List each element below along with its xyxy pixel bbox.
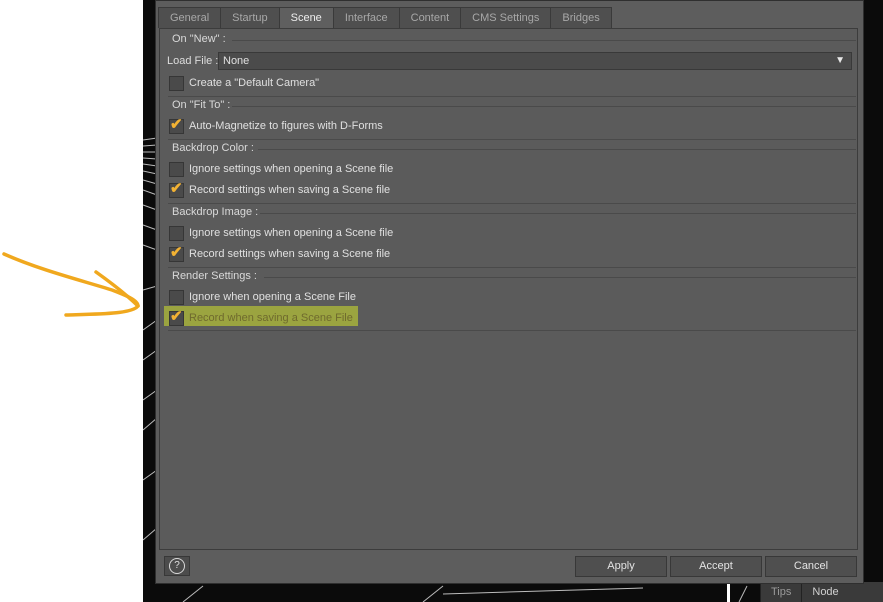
- checkmark-icon: ✔: [170, 115, 183, 133]
- node-tab[interactable]: Node: [801, 582, 848, 602]
- apply-button[interactable]: Apply: [575, 556, 667, 577]
- load-file-value: None: [223, 55, 250, 67]
- backdrop-color-ignore-row[interactable]: Ignore settings when opening a Scene fil…: [169, 160, 393, 178]
- load-file-label: Load File :: [167, 55, 219, 67]
- divider: [264, 277, 856, 278]
- create-default-camera-row[interactable]: Create a "Default Camera": [169, 74, 319, 92]
- tab-bar: General Startup Scene Interface Content …: [158, 7, 612, 29]
- backdrop-color-record-checkbox[interactable]: ✔: [169, 179, 184, 198]
- render-settings-record-label: Record when saving a Scene File: [189, 312, 353, 324]
- checkmark-icon: ✔: [170, 307, 183, 325]
- backdrop-image-record-checkbox[interactable]: ✔: [169, 243, 184, 262]
- backdrop-image-record-row[interactable]: ✔ Record settings when saving a Scene fi…: [169, 243, 391, 263]
- divider: [168, 203, 856, 204]
- dialog-footer: ? Apply Accept Cancel: [159, 552, 858, 582]
- backdrop-image-ignore-checkbox[interactable]: [169, 225, 184, 241]
- divider: [168, 139, 856, 140]
- dropdown-arrow-icon: ▼: [835, 55, 845, 66]
- help-button[interactable]: ?: [164, 556, 190, 576]
- divider: [232, 40, 856, 41]
- backdrop-image-heading: Backdrop Image :: [172, 206, 259, 218]
- divider: [168, 96, 856, 97]
- render-settings-record-row[interactable]: ✔ Record when saving a Scene File: [169, 307, 353, 327]
- accept-button[interactable]: Accept: [670, 556, 762, 577]
- tab-interface[interactable]: Interface: [332, 7, 400, 28]
- backdrop-image-ignore-row[interactable]: Ignore settings when opening a Scene fil…: [169, 224, 393, 242]
- backdrop-color-record-row[interactable]: ✔ Record settings when saving a Scene fi…: [169, 179, 391, 199]
- render-settings-ignore-checkbox[interactable]: [169, 289, 184, 305]
- annotation-arrow: [2, 252, 140, 317]
- tab-scene[interactable]: Scene: [278, 7, 334, 29]
- render-settings-ignore-row[interactable]: Ignore when opening a Scene File: [169, 288, 356, 306]
- divider: [168, 330, 856, 331]
- create-default-camera-checkbox[interactable]: [169, 75, 184, 91]
- cancel-button[interactable]: Cancel: [765, 556, 857, 577]
- tab-content[interactable]: Content: [398, 7, 462, 28]
- tips-tab[interactable]: Tips: [760, 582, 801, 602]
- divider: [258, 149, 856, 150]
- backdrop-color-ignore-label: Ignore settings when opening a Scene fil…: [189, 163, 394, 175]
- tab-startup[interactable]: Startup: [220, 7, 280, 28]
- backdrop-image-record-label: Record settings when saving a Scene file: [189, 248, 391, 260]
- status-bar: Tips Node: [760, 582, 883, 602]
- create-default-camera-label: Create a "Default Camera": [189, 77, 320, 89]
- tab-general[interactable]: General: [158, 7, 222, 28]
- auto-magnetize-checkbox[interactable]: ✔: [169, 115, 184, 134]
- help-icon: ?: [169, 558, 185, 574]
- backdrop-color-record-label: Record settings when saving a Scene file: [189, 184, 391, 196]
- divider: [168, 267, 856, 268]
- backdrop-image-ignore-label: Ignore settings when opening a Scene fil…: [189, 227, 394, 239]
- divider: [260, 213, 856, 214]
- preferences-dialog: General Startup Scene Interface Content …: [155, 0, 864, 584]
- tab-bridges[interactable]: Bridges: [550, 7, 612, 28]
- backdrop-color-ignore-checkbox[interactable]: [169, 161, 184, 177]
- auto-magnetize-label: Auto-Magnetize to figures with D-Forms: [189, 120, 383, 132]
- backdrop-color-heading: Backdrop Color :: [172, 142, 254, 154]
- scene-settings-panel: On "New" : Load File : None ▼ Create a "…: [159, 28, 858, 550]
- load-file-dropdown[interactable]: None ▼: [218, 52, 852, 70]
- checkmark-icon: ✔: [170, 179, 183, 197]
- on-fit-to-heading: On "Fit To" :: [172, 99, 231, 111]
- render-settings-heading: Render Settings :: [172, 270, 257, 282]
- on-new-heading: On "New" :: [172, 33, 226, 45]
- render-settings-ignore-label: Ignore when opening a Scene File: [189, 291, 356, 303]
- divider: [232, 106, 856, 107]
- auto-magnetize-row[interactable]: ✔ Auto-Magnetize to figures with D-Forms: [169, 115, 383, 135]
- render-settings-record-checkbox[interactable]: ✔: [169, 307, 184, 326]
- checkmark-icon: ✔: [170, 243, 183, 261]
- tab-cms-settings[interactable]: CMS Settings: [460, 7, 552, 28]
